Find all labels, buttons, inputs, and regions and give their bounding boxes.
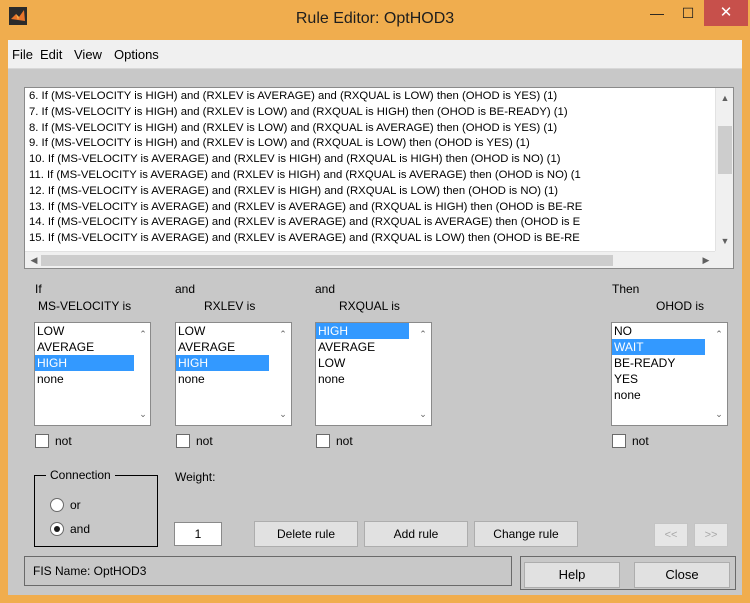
ohod-option-selected[interactable]: WAIT xyxy=(612,339,705,355)
and-radio-label: and xyxy=(70,522,91,536)
and-label-2: and xyxy=(315,282,336,296)
ms-velocity-label: MS-VELOCITY is xyxy=(38,299,132,313)
rule-item[interactable]: 11. If (MS-VELOCITY is AVERAGE) and (RXL… xyxy=(29,168,709,184)
rxqual-listbox[interactable]: HIGH AVERAGE LOW none ⌃ ⌄ xyxy=(315,322,432,426)
ohod-not-label: not xyxy=(632,434,649,448)
ms-velocity-option[interactable]: none xyxy=(35,371,134,387)
scroll-left-icon[interactable]: ◀ xyxy=(27,253,41,267)
rxqual-label: RXQUAL is xyxy=(339,299,400,313)
rxlev-option[interactable]: AVERAGE xyxy=(176,339,269,355)
previous-button[interactable]: << xyxy=(654,523,688,547)
rxlev-label: RXLEV is xyxy=(204,299,256,313)
maximize-button[interactable]: ☐ xyxy=(673,0,703,26)
chevron-up-icon[interactable]: ⌃ xyxy=(416,327,430,341)
and-radio[interactable] xyxy=(50,522,64,536)
ms-velocity-not-label: not xyxy=(55,434,72,448)
rules-horizontal-scrollbar[interactable]: ◀ ▶ xyxy=(25,251,715,268)
rxlev-not-checkbox[interactable] xyxy=(176,434,190,448)
chevron-down-icon[interactable]: ⌄ xyxy=(712,407,726,421)
rxqual-option[interactable]: LOW xyxy=(316,355,409,371)
then-label: Then xyxy=(612,282,640,296)
rxlev-option-selected[interactable]: HIGH xyxy=(176,355,269,371)
radio-selected-dot-icon xyxy=(54,526,60,532)
help-button[interactable]: Help xyxy=(524,562,620,588)
rules-list-box[interactable]: 6. If (MS-VELOCITY is HIGH) and (RXLEV i… xyxy=(24,87,734,269)
chevron-up-icon[interactable]: ⌃ xyxy=(276,327,290,341)
ms-velocity-listbox[interactable]: LOW AVERAGE HIGH none ⌃ ⌄ xyxy=(34,322,151,426)
chevron-down-icon[interactable]: ⌄ xyxy=(136,407,150,421)
rule-item[interactable]: 6. If (MS-VELOCITY is HIGH) and (RXLEV i… xyxy=(29,89,709,105)
change-rule-button[interactable]: Change rule xyxy=(474,521,578,547)
delete-rule-button[interactable]: Delete rule xyxy=(254,521,358,547)
ohod-option[interactable]: none xyxy=(612,387,705,403)
menu-bar: File Edit View Options xyxy=(8,40,742,69)
rxqual-not-label: not xyxy=(336,434,353,448)
rule-item[interactable]: 10. If (MS-VELOCITY is AVERAGE) and (RXL… xyxy=(29,152,709,168)
scroll-up-icon[interactable]: ▲ xyxy=(718,91,732,105)
vertical-scroll-thumb[interactable] xyxy=(718,126,732,174)
chevron-up-icon[interactable]: ⌃ xyxy=(136,327,150,341)
ohod-option[interactable]: YES xyxy=(612,371,705,387)
menu-options[interactable]: Options xyxy=(114,47,159,62)
ohod-option[interactable]: BE-READY xyxy=(612,355,705,371)
chevron-up-icon[interactable]: ⌃ xyxy=(712,327,726,341)
rxlev-not-label: not xyxy=(196,434,213,448)
window-title: Rule Editor: OptHOD3 xyxy=(295,10,455,27)
scroll-down-icon[interactable]: ▼ xyxy=(718,234,732,248)
horizontal-scroll-thumb[interactable] xyxy=(41,255,613,266)
rule-item[interactable]: 14. If (MS-VELOCITY is AVERAGE) and (RXL… xyxy=(29,215,709,231)
scroll-corner xyxy=(715,251,733,268)
rule-item[interactable]: 15. If (MS-VELOCITY is AVERAGE) and (RXL… xyxy=(29,231,709,247)
next-button[interactable]: >> xyxy=(694,523,728,547)
ohod-option[interactable]: NO xyxy=(612,323,705,339)
rule-item[interactable]: 13. If (MS-VELOCITY is AVERAGE) and (RXL… xyxy=(29,200,709,216)
if-label: If xyxy=(35,282,42,296)
rxlev-option[interactable]: LOW xyxy=(176,323,269,339)
ohod-scrollbar[interactable]: ⌃ ⌄ xyxy=(711,323,727,425)
ms-velocity-scrollbar[interactable]: ⌃ ⌄ xyxy=(135,323,151,425)
connection-legend: Connection xyxy=(46,468,115,482)
rxqual-option[interactable]: none xyxy=(316,371,409,387)
chevron-down-icon[interactable]: ⌄ xyxy=(276,407,290,421)
chevron-down-icon[interactable]: ⌄ xyxy=(416,407,430,421)
and-label-1: and xyxy=(175,282,196,296)
scroll-right-icon[interactable]: ▶ xyxy=(699,253,713,267)
menu-edit[interactable]: Edit xyxy=(40,47,62,62)
menu-file[interactable]: File xyxy=(12,47,33,62)
or-radio[interactable] xyxy=(50,498,64,512)
fis-name-status: FIS Name: OptHOD3 xyxy=(33,564,147,578)
add-rule-button[interactable]: Add rule xyxy=(364,521,468,547)
ohod-listbox[interactable]: NO WAIT BE-READY YES none ⌃ ⌄ xyxy=(611,322,728,426)
rxqual-scrollbar[interactable]: ⌃ ⌄ xyxy=(415,323,431,425)
minimize-button[interactable]: — xyxy=(642,0,672,26)
ms-velocity-option-selected[interactable]: HIGH xyxy=(35,355,134,371)
menu-view[interactable]: View xyxy=(74,47,102,62)
or-radio-label: or xyxy=(70,498,81,512)
rule-item[interactable]: 12. If (MS-VELOCITY is AVERAGE) and (RXL… xyxy=(29,184,709,200)
close-window-button[interactable]: ✕ xyxy=(704,0,748,26)
rule-item[interactable]: 9. If (MS-VELOCITY is HIGH) and (RXLEV i… xyxy=(29,136,709,152)
ms-velocity-not-checkbox[interactable] xyxy=(35,434,49,448)
ohod-not-checkbox[interactable] xyxy=(612,434,626,448)
weight-input[interactable]: 1 xyxy=(174,522,222,546)
status-bar: FIS Name: OptHOD3 xyxy=(24,556,512,586)
ms-velocity-option[interactable]: AVERAGE xyxy=(35,339,134,355)
ohod-label: OHOD is xyxy=(656,299,704,313)
rules-list[interactable]: 6. If (MS-VELOCITY is HIGH) and (RXLEV i… xyxy=(29,89,709,247)
rules-vertical-scrollbar[interactable]: ▲ ▼ xyxy=(715,88,733,251)
close-button[interactable]: Close xyxy=(634,562,730,588)
rxlev-listbox[interactable]: LOW AVERAGE HIGH none ⌃ ⌄ xyxy=(175,322,292,426)
rxlev-option[interactable]: none xyxy=(176,371,269,387)
weight-label: Weight: xyxy=(175,470,216,484)
rule-item[interactable]: 8. If (MS-VELOCITY is HIGH) and (RXLEV i… xyxy=(29,121,709,137)
rule-item[interactable]: 7. If (MS-VELOCITY is HIGH) and (RXLEV i… xyxy=(29,105,709,121)
ms-velocity-option[interactable]: LOW xyxy=(35,323,134,339)
rxqual-option[interactable]: AVERAGE xyxy=(316,339,409,355)
rxqual-option-selected[interactable]: HIGH xyxy=(316,323,409,339)
rxlev-scrollbar[interactable]: ⌃ ⌄ xyxy=(275,323,291,425)
rxqual-not-checkbox[interactable] xyxy=(316,434,330,448)
